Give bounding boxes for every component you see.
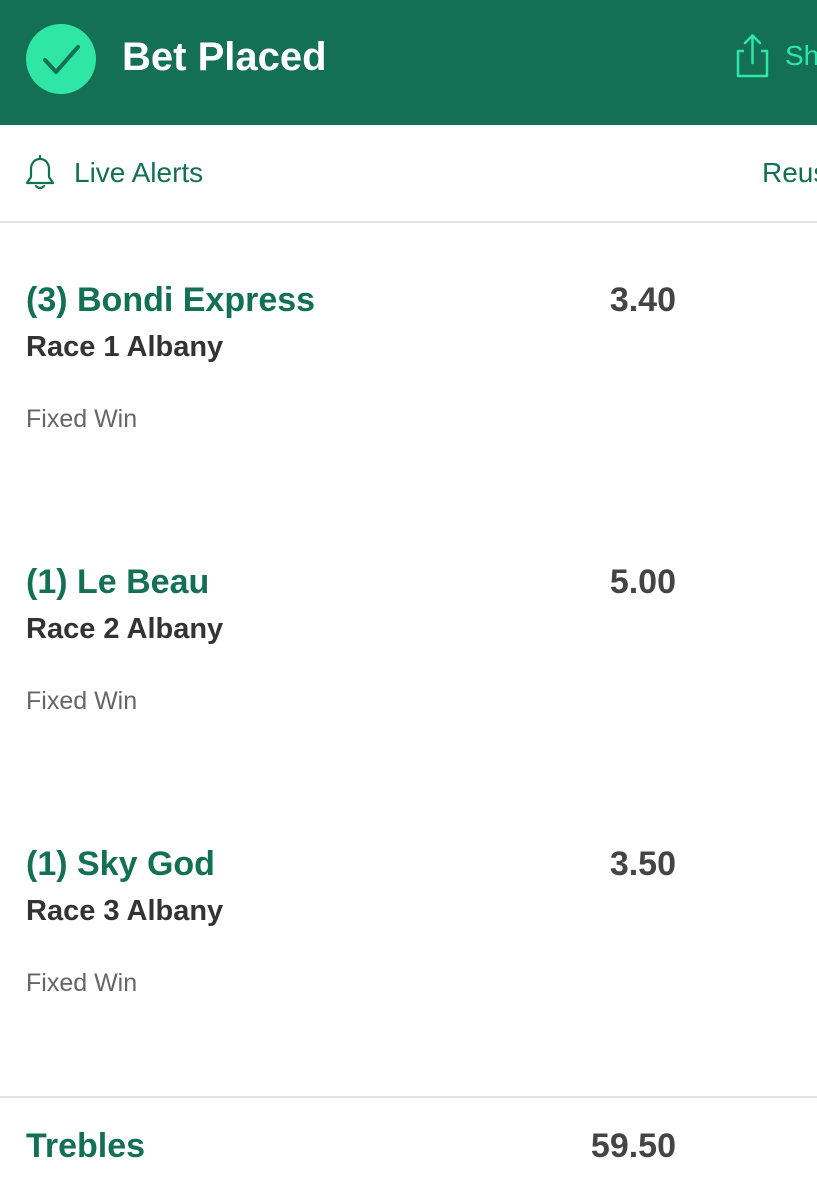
- bet-leg: (1) Sky God Race 3 Albany Fixed Win 3.50: [0, 844, 817, 1126]
- runner-name: (1) Sky God: [26, 845, 215, 883]
- bet-type-summary-label: Trebles: [26, 1127, 146, 1165]
- bet-type: Fixed Win: [26, 969, 138, 997]
- race-name: Race 2 Albany: [26, 613, 224, 645]
- bet-leg: (1) Le Beau Race 2 Albany Fixed Win 5.00: [0, 562, 817, 844]
- page-title: Bet Placed: [122, 35, 327, 79]
- race-name: Race 3 Albany: [26, 895, 224, 927]
- leg-odds: 5.00: [609, 563, 676, 601]
- bell-icon: [25, 155, 55, 190]
- total-odds: 59.50: [590, 1127, 676, 1165]
- summary-divider: [0, 1096, 817, 1098]
- action-bar: Live Alerts Reus: [0, 125, 817, 223]
- leg-odds: 3.50: [609, 845, 676, 883]
- leg-odds: 3.40: [609, 281, 676, 319]
- bet-placed-header: Bet Placed Sh: [0, 0, 817, 125]
- bet-type: Fixed Win: [26, 687, 138, 715]
- bet-leg: (3) Bondi Express Race 1 Albany Fixed Wi…: [0, 280, 817, 562]
- runner-name: (1) Le Beau: [26, 563, 210, 601]
- race-name: Race 1 Albany: [26, 331, 224, 363]
- live-alerts-button[interactable]: Live Alerts: [74, 157, 203, 189]
- reuse-button[interactable]: Reus: [762, 157, 817, 189]
- bet-type: Fixed Win: [26, 405, 138, 433]
- runner-name: (3) Bondi Express: [26, 281, 316, 319]
- share-label: Sh: [785, 40, 817, 71]
- check-circle-icon: [26, 24, 96, 94]
- share-icon: [736, 34, 769, 78]
